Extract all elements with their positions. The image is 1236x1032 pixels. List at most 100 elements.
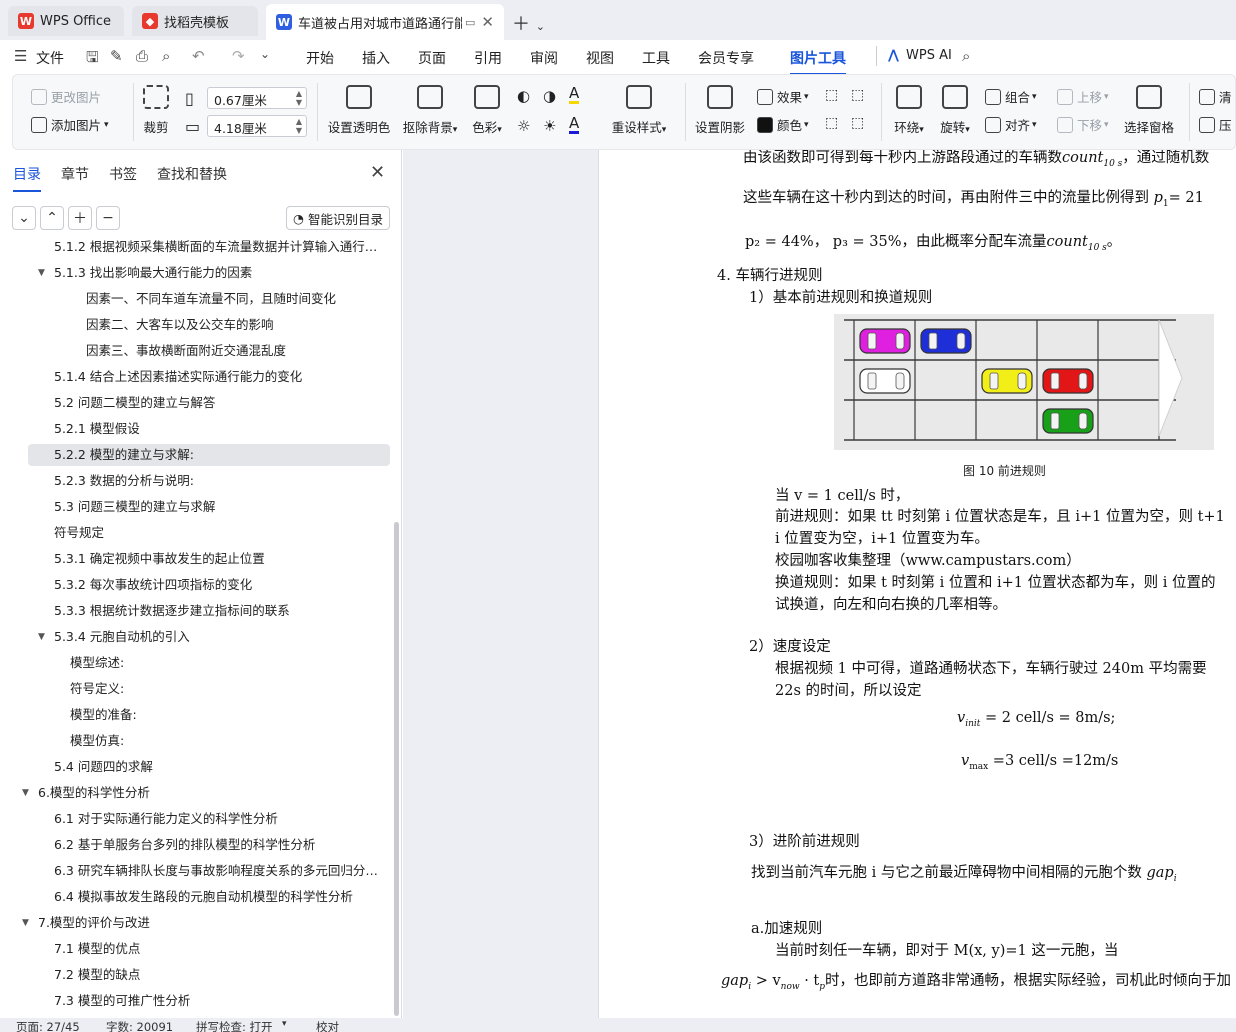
menu-picture-tools[interactable]: 图片工具 (790, 48, 846, 75)
word-count[interactable]: 字数: 20091 (106, 1019, 173, 1032)
toc-item[interactable]: 符号定义: (70, 678, 384, 700)
chevron-down-icon[interactable]: ▾ (282, 1019, 287, 1029)
menu-wps-ai[interactable]: WPS AI (906, 48, 952, 63)
crop-button[interactable]: 裁剪 (139, 81, 173, 136)
toc-item[interactable]: 7.1 模型的优点 (54, 938, 384, 960)
search-icon[interactable]: ⌕ (962, 47, 970, 65)
toc-item[interactable]: 6.2 基于单服务台多列的排队模型的科学性分析 (54, 834, 384, 856)
close-pane-icon[interactable]: ✕ (370, 162, 385, 183)
change-image-button[interactable]: 更改图片 (31, 87, 101, 106)
shadow-right-icon[interactable]: ⬚ (851, 115, 864, 131)
contrast-icon[interactable]: ◑ (543, 87, 556, 105)
toc-item[interactable]: 因素二、大客车以及公交车的影响 (86, 314, 384, 336)
selection-pane-button[interactable]: 选择窗格 (1123, 81, 1175, 136)
tab-wps-office[interactable]: W WPS Office (8, 6, 124, 36)
redo-icon[interactable]: ↷ (232, 47, 245, 65)
tab-bookmarks[interactable]: 书签 (109, 164, 137, 184)
undo-icon[interactable]: ↶ (192, 47, 205, 65)
page-count[interactable]: 页面: 27/45 (16, 1019, 80, 1032)
toc-item[interactable]: 5.3.3 根据统计数据逐步建立指标间的联系 (54, 600, 384, 622)
proofread-button[interactable]: 校对 (316, 1019, 339, 1032)
image-height-input[interactable]: 4.18厘米 ▲ ▼ (207, 115, 307, 137)
new-tab-icon[interactable]: ＋ ⌄ (512, 10, 545, 36)
rotate-button[interactable]: 旋转▾ (935, 81, 975, 136)
brightness-down-icon[interactable]: ☀ (543, 117, 556, 135)
tab-docer-templates[interactable]: ◆ 找稻壳模板 (132, 6, 258, 36)
collapse-caret-icon[interactable]: ▼ (38, 262, 45, 284)
set-shadow-button[interactable]: 设置阴影 (693, 81, 747, 136)
toc-item[interactable]: 5.2.1 模型假设 (54, 418, 384, 440)
border-color-icon[interactable]: A (569, 115, 580, 134)
toc-item[interactable]: 6.1 对于实际通行能力定义的科学性分析 (54, 808, 384, 830)
toc-item[interactable]: 6.3 研究车辆排队长度与事故影响程度关系的多元回归分析 ... (54, 860, 384, 882)
collapse-caret-icon[interactable]: ▼ (38, 626, 45, 648)
toc-item[interactable]: 5.4 问题四的求解 (54, 756, 384, 778)
menu-member[interactable]: 会员专享 (698, 48, 754, 68)
brightness-up-icon[interactable]: ☼ (517, 117, 530, 135)
toc-item[interactable]: 5.2.2 模型的建立与求解: (28, 444, 390, 466)
group-button[interactable]: 组合 ▾ (985, 87, 1037, 106)
toc-item[interactable]: 5.3.1 确定视频中事故发生的起止位置 (54, 548, 384, 570)
tab-find-replace[interactable]: 查找和替换 (157, 164, 227, 184)
toc-item[interactable]: 符号规定 (54, 522, 384, 544)
toc-item[interactable]: 模型综述: (70, 652, 384, 674)
menu-references[interactable]: 引用 (474, 48, 502, 68)
save-icon[interactable]: 🖫 (86, 47, 99, 72)
toc-item[interactable]: 模型仿真: (70, 730, 384, 752)
color-tone-button[interactable]: 色彩▾ (469, 81, 505, 136)
toc-item[interactable]: 5.3.2 每次事故统计四项指标的变化 (54, 574, 384, 596)
toc-scrollbar[interactable] (394, 522, 399, 1016)
menu-file[interactable]: 文件 (36, 48, 64, 68)
toc-item[interactable]: 5.2.3 数据的分析与说明: (54, 470, 384, 492)
wrap-button[interactable]: 环绕▾ (889, 81, 929, 136)
reset-style-button[interactable]: 重设样式▾ (609, 81, 669, 136)
document-page[interactable]: 由该函数即可得到每十秒内上游路段通过的车辆数count10 s，通过随机数 这些… (598, 150, 1236, 1018)
menu-home[interactable]: 开始 (306, 48, 334, 68)
add-image-button[interactable]: 添加图片 ▾ (31, 115, 109, 134)
remove-background-button[interactable]: 抠除背景▾ (399, 81, 461, 136)
toc-item[interactable]: 7.3 模型的可推广性分析 (54, 990, 384, 1012)
toc-item[interactable]: 模型的准备: (70, 704, 384, 726)
move-up-button[interactable]: 上移 ▾ (1057, 87, 1109, 106)
toc-item[interactable]: 5.1.2 根据视频采集横断面的车流量数据并计算输入通行能... (54, 236, 384, 258)
shadow-left-icon[interactable]: ⬚ (825, 115, 838, 131)
menu-tools[interactable]: 工具 (642, 48, 670, 68)
collapse-up-button[interactable]: ⌃ (40, 206, 64, 230)
tab-toc[interactable]: 目录 (13, 164, 41, 192)
color-button[interactable]: 颜色 ▾ (757, 115, 809, 134)
menu-review[interactable]: 审阅 (530, 48, 558, 68)
clear-button[interactable]: 清 (1199, 87, 1232, 106)
toc-item[interactable]: 5.3.4 元胞自动机的引入 (54, 626, 384, 648)
set-transparent-button[interactable]: 设置透明色 (327, 81, 391, 136)
close-tab-icon[interactable]: ✕ (475, 13, 494, 31)
remove-heading-button[interactable]: − (96, 206, 120, 230)
print-icon[interactable]: ⎙ (136, 47, 148, 65)
brightness-icon[interactable]: ◐ (517, 87, 530, 105)
toc-item[interactable]: 5.3 问题三模型的建立与求解 (54, 496, 384, 518)
effects-button[interactable]: 效果 ▾ (757, 87, 809, 106)
hamburger-menu-icon[interactable]: ☰ (14, 47, 27, 65)
toc-item[interactable]: 5.1.3 找出影响最大通行能力的因素 (54, 262, 384, 284)
shadow-up-icon[interactable]: ⬚ (825, 87, 838, 103)
align-button[interactable]: 对齐 ▾ (985, 115, 1037, 134)
image-width-input[interactable]: 0.67厘米 ▲ ▼ (207, 87, 307, 109)
menu-page[interactable]: 页面 (418, 48, 446, 68)
add-heading-button[interactable]: ＋ (68, 206, 92, 230)
collapse-caret-icon[interactable]: ▼ (22, 782, 29, 804)
menu-view[interactable]: 视图 (586, 48, 614, 68)
toc-item[interactable]: 5.1.4 结合上述因素描述实际通行能力的变化 (54, 366, 384, 388)
move-down-button[interactable]: 下移 ▾ (1057, 115, 1109, 134)
toc-item[interactable]: 7.模型的评价与改进 (38, 912, 384, 934)
print-preview-icon[interactable]: ⌕ (162, 47, 170, 65)
toc-item[interactable]: 5.2 问题二模型的建立与解答 (54, 392, 384, 414)
tab-chapters[interactable]: 章节 (61, 164, 89, 184)
format-painter-icon[interactable]: ✎ (110, 47, 123, 65)
toc-item[interactable]: 6.模型的科学性分析 (38, 782, 384, 804)
menu-insert[interactable]: 插入 (362, 48, 390, 68)
toc-item[interactable]: 因素一、不同车道车流量不同，且随时间变化 (86, 288, 384, 310)
compress-button[interactable]: 压 (1199, 115, 1232, 134)
highlight-color-icon[interactable]: A (569, 85, 580, 104)
height-spinner-icon[interactable]: ▲ ▼ (296, 117, 302, 135)
width-spinner-icon[interactable]: ▲ ▼ (296, 89, 302, 107)
shadow-down-icon[interactable]: ⬚ (851, 87, 864, 103)
